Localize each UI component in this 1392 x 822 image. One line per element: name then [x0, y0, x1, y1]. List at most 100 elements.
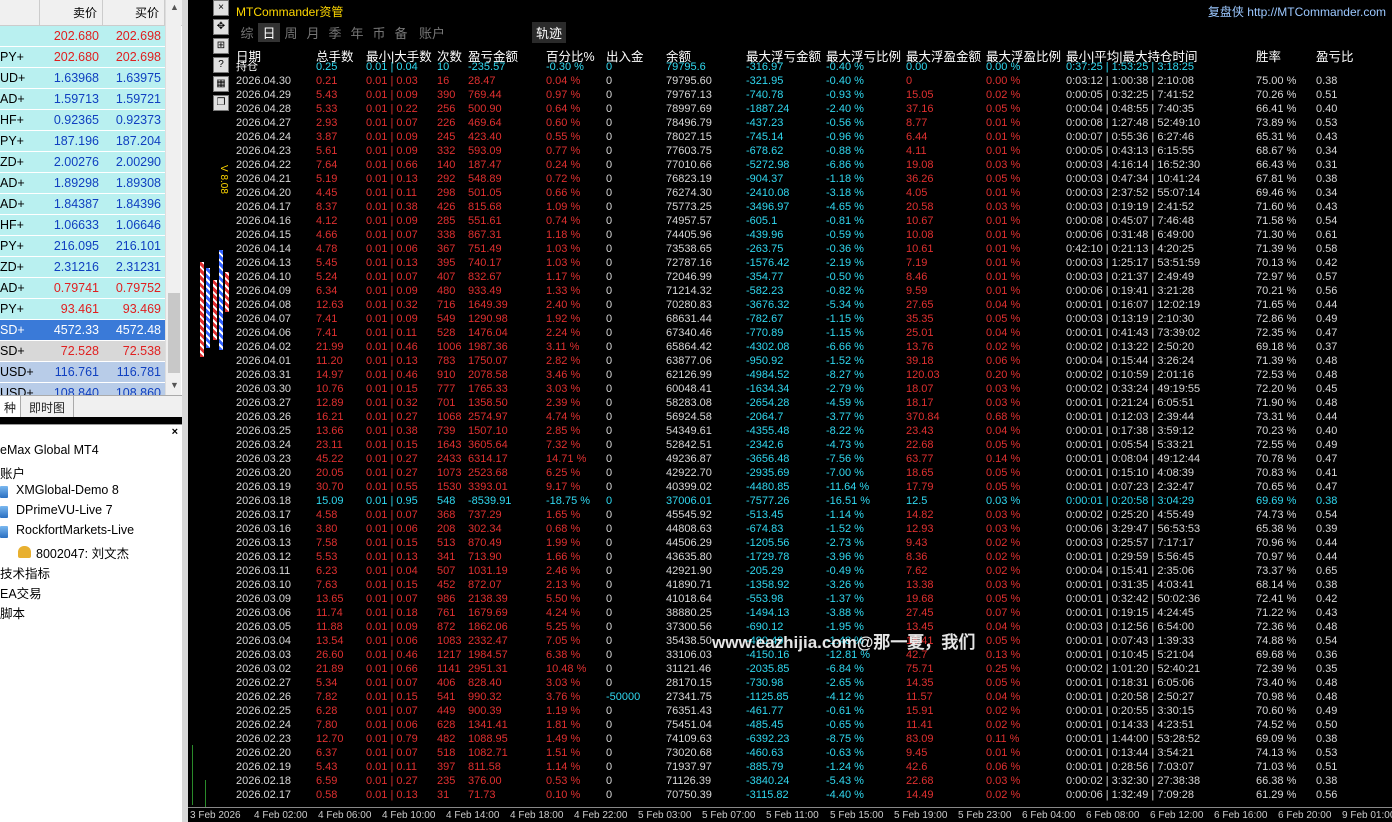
scroll-up-icon[interactable]: ▲ — [170, 2, 179, 12]
symbol-row[interactable]: PY+ 93.461 93.469 — [0, 299, 182, 320]
table-row[interactable]: 2026.03.24 23.11 0.01 | 0.15 1643 3605.64 7.3… — [236, 438, 1392, 452]
symbol-row[interactable]: USD+ 116.761 116.781 — [0, 362, 182, 383]
table-row[interactable]: 2026.03.16 3.80 0.01 | 0.06 208 302.34 0.68 %… — [236, 522, 1392, 536]
symbol-row[interactable]: SD+ 4572.33 4572.48 — [0, 320, 182, 341]
account-item[interactable]: 8002047: 刘文杰 — [36, 543, 129, 562]
server-item[interactable]: XMGlobal-Demo 8 — [16, 483, 119, 497]
tab-symbols[interactable]: 种 — [0, 396, 22, 417]
table-row[interactable]: 2026.03.18 15.09 0.01 | 0.95 548 -8539.91 -18… — [236, 494, 1392, 508]
close-chart-icon[interactable]: × — [213, 0, 229, 16]
symbol-row[interactable]: PY+ 202.680 202.698 — [0, 47, 182, 68]
table-row[interactable]: 2026.02.26 7.82 0.01 | 0.15 541 990.32 3.76 %… — [236, 690, 1392, 704]
site-link[interactable]: 复盘侠 http://MTCommander.com — [1208, 3, 1386, 20]
scrollbar-thumb[interactable] — [168, 293, 180, 373]
table-row[interactable]: 2026.04.24 3.87 0.01 | 0.09 245 423.40 0.55 %… — [236, 130, 1392, 144]
symbol-row[interactable]: HF+ 0.92365 0.92373 — [0, 110, 182, 131]
symbol-row[interactable]: AD+ 0.79741 0.79752 — [0, 278, 182, 299]
period-tab[interactable]: 年 — [346, 23, 368, 42]
market-watch-scrollbar[interactable]: ▲ ▼ — [165, 0, 181, 400]
table-row[interactable]: 2026.02.17 0.58 0.01 | 0.13 31 71.73 0.10 % 0 7… — [236, 788, 1392, 802]
period-tab[interactable]: 币 — [368, 23, 390, 42]
settings-icon[interactable]: ▦ — [213, 76, 229, 92]
table-row[interactable]: 2026.03.30 10.76 0.01 | 0.15 777 1765.33 3.03… — [236, 382, 1392, 396]
table-row[interactable]: 2026.04.17 8.37 0.01 | 0.38 426 815.68 1.09 %… — [236, 200, 1392, 214]
resize-icon[interactable]: ⊞ — [213, 38, 229, 54]
table-row[interactable]: 2026.03.17 4.58 0.01 | 0.07 368 737.29 1.65 %… — [236, 508, 1392, 522]
buy-column-header[interactable]: 买价 — [103, 0, 165, 25]
table-row[interactable]: 2026.04.06 7.41 0.01 | 0.11 528 1476.04 2.24 … — [236, 326, 1392, 340]
table-row[interactable]: 2026.04.30 0.21 0.01 | 0.03 16 28.47 0.04 % 0 7… — [236, 74, 1392, 88]
period-tab[interactable]: 账户 — [412, 23, 452, 42]
move-icon[interactable]: ✥ — [213, 19, 229, 35]
navigator-root[interactable]: eMax Global MT4 — [0, 443, 99, 457]
period-tab[interactable]: 日 — [258, 22, 280, 42]
table-row[interactable]: 2026.02.27 5.34 0.01 | 0.07 406 828.40 3.03 %… — [236, 676, 1392, 690]
navigator-expert-advisors[interactable]: EA交易 — [0, 583, 42, 602]
table-row[interactable]: 2026.03.26 16.21 0.01 | 0.27 1068 2574.97 4.7… — [236, 410, 1392, 424]
close-icon[interactable]: × — [172, 426, 178, 438]
trace-button[interactable]: 轨迹 — [532, 22, 567, 43]
symbol-row[interactable]: AD+ 1.59713 1.59721 — [0, 89, 182, 110]
table-row[interactable]: 2026.04.29 5.43 0.01 | 0.09 390 769.44 0.97 %… — [236, 88, 1392, 102]
table-row[interactable]: 2026.04.15 4.66 0.01 | 0.07 338 867.31 1.18 %… — [236, 228, 1392, 242]
tab-tick-chart[interactable]: 即时图 — [21, 396, 75, 417]
table-row[interactable]: 2026.03.20 20.05 0.01 | 0.27 1073 2523.68 6.2… — [236, 466, 1392, 480]
table-row[interactable]: 2026.03.23 45.22 0.01 | 0.27 2433 6314.17 14.… — [236, 452, 1392, 466]
table-row[interactable]: 2026.03.27 12.89 0.01 | 0.32 701 1358.50 2.39… — [236, 396, 1392, 410]
scroll-down-icon[interactable]: ▼ — [170, 380, 179, 390]
table-row[interactable]: 2026.03.13 7.58 0.01 | 0.15 513 870.49 1.99 %… — [236, 536, 1392, 550]
symbol-row[interactable]: ZD+ 2.31216 2.31231 — [0, 257, 182, 278]
sell-column-header[interactable]: 卖价 — [40, 0, 103, 25]
symbol-column-header[interactable] — [0, 0, 40, 25]
table-row[interactable]: 2026.03.25 13.66 0.01 | 0.38 739 1507.10 2.85… — [236, 424, 1392, 438]
symbol-row[interactable]: 202.680 202.698 — [0, 26, 182, 47]
table-row[interactable]: 2026.04.08 12.63 0.01 | 0.32 716 1649.39 2.40… — [236, 298, 1392, 312]
table-row[interactable]: 2026.03.11 6.23 0.01 | 0.04 507 1031.19 2.46 … — [236, 564, 1392, 578]
table-row[interactable]: 2026.04.21 5.19 0.01 | 0.13 292 548.89 0.72 %… — [236, 172, 1392, 186]
symbol-row[interactable]: PY+ 187.196 187.204 — [0, 131, 182, 152]
table-row[interactable]: 2026.03.19 30.70 0.01 | 0.55 1530 3393.01 9.1… — [236, 480, 1392, 494]
navigator-scripts[interactable]: 脚本 — [0, 603, 25, 622]
help-icon[interactable]: ? — [213, 57, 229, 73]
table-row[interactable]: 2026.04.23 5.61 0.01 | 0.09 332 593.09 0.77 %… — [236, 144, 1392, 158]
table-row[interactable]: 2026.03.31 14.97 0.01 | 0.46 910 2078.58 3.46… — [236, 368, 1392, 382]
period-tab[interactable]: 季 — [324, 23, 346, 42]
symbol-row[interactable]: ZD+ 2.00276 2.00290 — [0, 152, 182, 173]
table-row[interactable]: 2026.04.16 4.12 0.01 | 0.09 285 551.61 0.74 %… — [236, 214, 1392, 228]
period-tab[interactable]: 月 — [302, 23, 324, 42]
table-row[interactable]: 2026.03.02 21.89 0.01 | 0.66 1141 2951.31 10.… — [236, 662, 1392, 676]
symbol-row[interactable]: AD+ 1.89298 1.89308 — [0, 173, 182, 194]
table-row[interactable]: 2026.04.09 6.34 0.01 | 0.09 480 933.49 1.33 %… — [236, 284, 1392, 298]
table-row[interactable]: 2026.04.10 5.24 0.01 | 0.07 407 832.67 1.17 %… — [236, 270, 1392, 284]
table-row[interactable]: 2026.03.09 13.65 0.01 | 0.07 986 2138.39 5.50… — [236, 592, 1392, 606]
symbol-row[interactable]: UD+ 1.63968 1.63975 — [0, 68, 182, 89]
table-row[interactable]: 持仓 0.25 0.01 | 0.04 10 -235.57 -0.30 % 0 79795.… — [236, 60, 1392, 74]
table-row[interactable]: 2026.04.22 7.64 0.01 | 0.66 140 187.47 0.24 %… — [236, 158, 1392, 172]
table-row[interactable]: 2026.04.13 5.45 0.01 | 0.13 395 740.17 1.03 %… — [236, 256, 1392, 270]
table-row[interactable]: 2026.03.06 11.74 0.01 | 0.18 761 1679.69 4.24… — [236, 606, 1392, 620]
table-row[interactable]: 2026.04.07 7.41 0.01 | 0.09 549 1290.98 1.92 … — [236, 312, 1392, 326]
period-tab[interactable]: 备 — [390, 23, 412, 42]
window-icon[interactable]: ❐ — [213, 95, 229, 111]
table-row[interactable]: 2026.04.28 5.33 0.01 | 0.22 256 500.90 0.64 %… — [236, 102, 1392, 116]
symbol-row[interactable]: PY+ 216.095 216.101 — [0, 236, 182, 257]
navigator-accounts[interactable]: 账户 — [0, 463, 25, 482]
symbol-row[interactable]: HF+ 1.06633 1.06646 — [0, 215, 182, 236]
server-item[interactable]: DPrimeVU-Live 7 — [16, 503, 113, 517]
table-row[interactable]: 2026.02.19 5.43 0.01 | 0.11 397 811.58 1.14 %… — [236, 760, 1392, 774]
symbol-row[interactable]: SD+ 72.528 72.538 — [0, 341, 182, 362]
table-row[interactable]: 2026.03.12 5.53 0.01 | 0.13 341 713.90 1.66 %… — [236, 550, 1392, 564]
period-tab[interactable]: 综 — [236, 23, 258, 42]
table-row[interactable]: 2026.04.01 11.20 0.01 | 0.13 783 1750.07 2.82… — [236, 354, 1392, 368]
table-row[interactable]: 2026.03.10 7.63 0.01 | 0.15 452 872.07 2.13 %… — [236, 578, 1392, 592]
table-row[interactable]: 2026.02.24 7.80 0.01 | 0.06 628 1341.41 1.81 … — [236, 718, 1392, 732]
table-row[interactable]: 2026.02.18 6.59 0.01 | 0.27 235 376.00 0.53 %… — [236, 774, 1392, 788]
table-row[interactable]: 2026.02.20 6.37 0.01 | 0.07 518 1082.71 1.51 … — [236, 746, 1392, 760]
table-row[interactable]: 2026.04.14 4.78 0.01 | 0.06 367 751.49 1.03 %… — [236, 242, 1392, 256]
table-row[interactable]: 2026.02.23 12.70 0.01 | 0.79 482 1088.95 1.49… — [236, 732, 1392, 746]
symbol-row[interactable]: AD+ 1.84387 1.84396 — [0, 194, 182, 215]
table-row[interactable]: 2026.04.20 4.45 0.01 | 0.11 298 501.05 0.66 %… — [236, 186, 1392, 200]
navigator-indicators[interactable]: 技术指标 — [0, 563, 50, 582]
table-row[interactable]: 2026.04.27 2.93 0.01 | 0.07 226 469.64 0.60 %… — [236, 116, 1392, 130]
table-row[interactable]: 2026.04.02 21.99 0.01 | 0.46 1006 1987.36 3.1… — [236, 340, 1392, 354]
